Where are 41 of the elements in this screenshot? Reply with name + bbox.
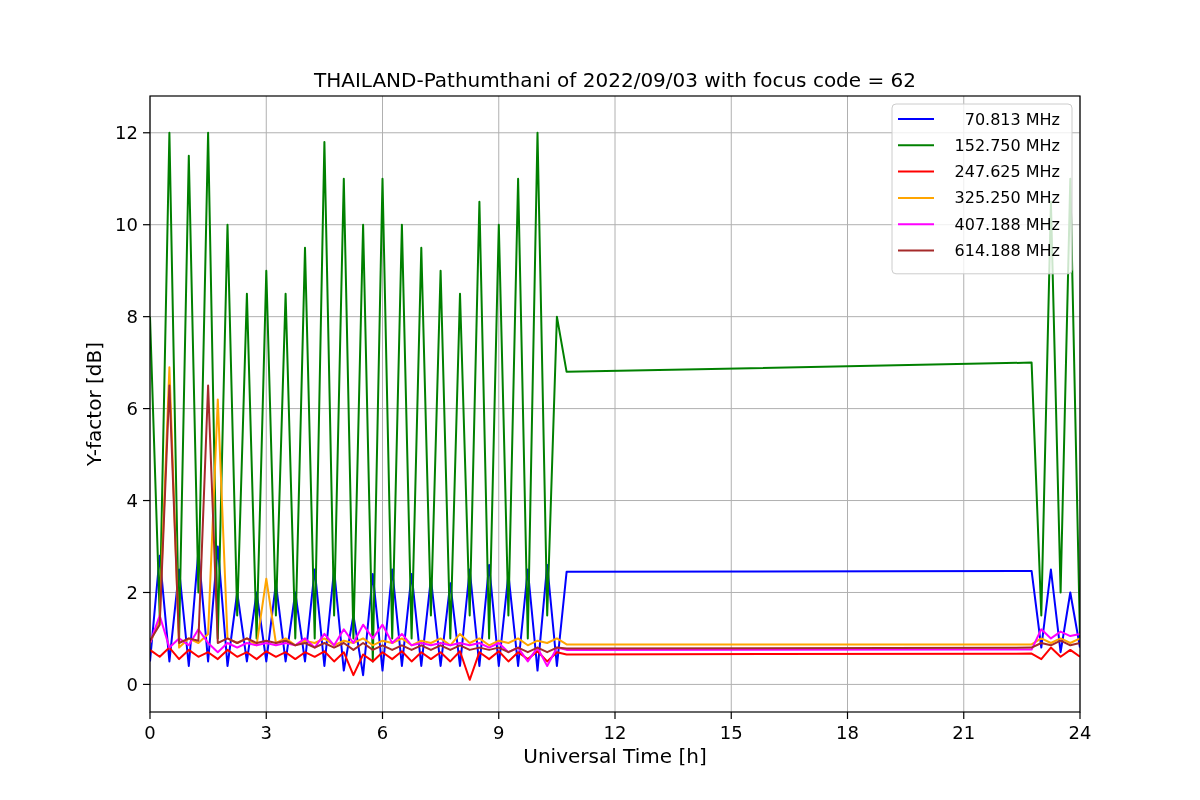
chart-title: THAILAND-Pathumthani of 2022/09/03 with focus code = 62 — [313, 68, 917, 92]
legend-label: 152.750 MHz — [954, 135, 1060, 155]
tick-label: 24 — [1068, 722, 1092, 743]
tick-label: 18 — [836, 722, 859, 743]
tick-label: 9 — [493, 722, 505, 743]
tick-mark — [142, 408, 151, 410]
legend-label: 614.188 MHz — [954, 241, 1060, 260]
tick-mark — [1079, 711, 1081, 720]
legend-label: 407.188 MHz — [954, 214, 1060, 234]
tick-mark — [730, 711, 732, 720]
axis-title: Universal Time [h] — [523, 744, 707, 768]
tick-label: 12 — [115, 122, 138, 144]
tick-mark — [265, 711, 267, 720]
axis-title: Y-factor [dB] — [82, 342, 106, 466]
legend-label: 325.250 MHz — [954, 188, 1060, 208]
tick-label: 3 — [260, 722, 272, 743]
tick-label: 12 — [603, 722, 627, 743]
tick-label: 2 — [126, 582, 138, 603]
legend-label: 70.813 MHz — [964, 109, 1060, 129]
tick-label: 0 — [126, 673, 138, 695]
tick-label: 8 — [126, 306, 138, 328]
legend-label: 247.625 MHz — [954, 162, 1060, 182]
tick-label: 6 — [126, 398, 138, 420]
tick-mark — [142, 316, 151, 318]
tick-mark — [498, 711, 500, 720]
tick-mark — [846, 711, 849, 720]
tick-label: 21 — [952, 722, 976, 743]
tick-mark — [149, 711, 151, 720]
tick-label: 6 — [376, 722, 389, 743]
tick-mark — [963, 711, 965, 720]
tick-mark — [142, 224, 151, 226]
tick-mark — [142, 591, 151, 594]
tick-label: 15 — [719, 722, 743, 743]
tick-mark — [142, 499, 151, 502]
tick-label: 4 — [126, 490, 138, 512]
tick-mark — [381, 711, 384, 720]
tick-mark — [142, 132, 151, 134]
tick-label: 10 — [115, 214, 138, 236]
tick-label: 0 — [144, 722, 156, 743]
tick-mark — [614, 711, 616, 720]
tick-mark — [142, 683, 151, 685]
